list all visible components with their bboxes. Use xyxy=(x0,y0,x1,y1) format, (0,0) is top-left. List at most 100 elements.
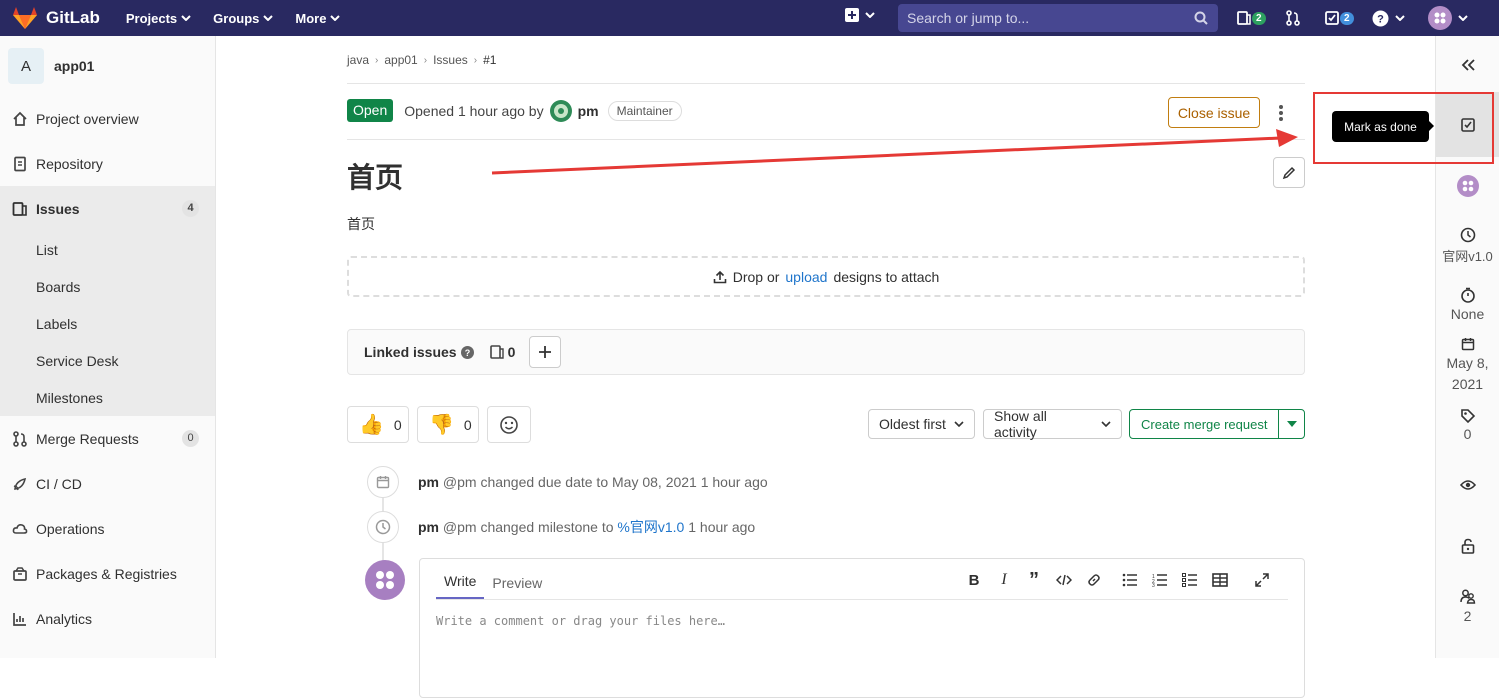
breadcrumb: java › app01 › Issues › #1 xyxy=(347,53,496,67)
link-icon[interactable] xyxy=(1086,572,1102,588)
timeline-user[interactable]: pm xyxy=(418,474,439,490)
issues-count-badge: 4 xyxy=(182,200,199,217)
todo-icon xyxy=(1325,11,1339,25)
table-icon[interactable] xyxy=(1212,573,1228,587)
add-reaction-button[interactable] xyxy=(487,406,531,443)
breadcrumb-issues[interactable]: Issues xyxy=(433,53,468,67)
linked-issues-title: Linked issues xyxy=(364,344,457,360)
italic-icon[interactable]: I xyxy=(996,571,1012,589)
submenu-item-labels[interactable]: Labels xyxy=(0,305,215,342)
chevron-right-icon: › xyxy=(423,54,428,66)
sidebar-item-label: Merge Requests xyxy=(36,430,139,447)
assignee-avatar[interactable] xyxy=(1436,175,1499,197)
design-dropzone[interactable]: Drop or upload designs to attach xyxy=(347,256,1305,297)
chevron-down-icon xyxy=(330,15,341,21)
submenu-item-milestones[interactable]: Milestones xyxy=(0,379,215,416)
comment-textarea[interactable]: Write a comment or drag your files here… xyxy=(436,614,725,628)
timeline-text: pm @pm changed due date to May 08, 2021 … xyxy=(418,474,768,490)
calendar-icon xyxy=(367,466,399,498)
caret-down-icon xyxy=(1286,421,1297,427)
upload-link[interactable]: upload xyxy=(785,269,827,285)
todos-shortcut[interactable]: 2 xyxy=(1325,0,1354,36)
tab-write[interactable]: Write xyxy=(436,573,485,599)
question-circle-icon[interactable]: ? xyxy=(460,345,474,359)
merge-requests-shortcut[interactable] xyxy=(1285,0,1301,36)
gitlab-logo[interactable]: GitLab xyxy=(12,6,100,30)
milestone-collapsed[interactable]: 官网v1.0 xyxy=(1436,227,1499,265)
sidebar-item-merge-requests[interactable]: Merge Requests 0 xyxy=(0,416,215,461)
submenu-item-boards[interactable]: Boards xyxy=(0,268,215,305)
numbered-list-icon[interactable]: 123 xyxy=(1152,573,1168,587)
issues-shortcut[interactable]: 2 xyxy=(1237,0,1266,36)
sidebar-item-project-overview[interactable]: Project overview xyxy=(0,96,215,141)
add-linked-issue-button[interactable] xyxy=(529,336,562,368)
new-dropdown-button[interactable] xyxy=(845,8,875,22)
due-date-value: May 8, xyxy=(1446,355,1489,371)
svg-text:?: ? xyxy=(464,348,470,358)
submenu-item-service-desk[interactable]: Service Desk xyxy=(0,342,215,379)
search-input[interactable]: Search or jump to... xyxy=(898,4,1218,32)
author-avatar[interactable] xyxy=(549,99,572,122)
due-date-collapsed[interactable]: May 8, 2021 xyxy=(1436,337,1499,395)
activity-filter-dropdown[interactable]: Show all activity xyxy=(983,408,1122,440)
quote-icon[interactable]: ” xyxy=(1026,570,1042,590)
current-user-avatar[interactable] xyxy=(365,560,405,600)
thumbs-down-icon: 👎 xyxy=(429,413,454,436)
participants-collapsed[interactable]: 2 xyxy=(1436,588,1499,624)
nav-more[interactable]: More xyxy=(295,11,341,26)
sidebar-item-analytics[interactable]: Analytics xyxy=(0,596,215,641)
label-icon xyxy=(1460,409,1475,424)
labels-collapsed[interactable]: 0 xyxy=(1436,408,1499,442)
linked-issues-count: 0 xyxy=(507,344,516,360)
milestone-link[interactable]: %官网v1.0 xyxy=(617,519,684,535)
collapse-sidebar-button[interactable] xyxy=(1436,58,1499,72)
code-icon[interactable] xyxy=(1056,573,1072,587)
bold-icon[interactable]: B xyxy=(966,572,982,589)
submenu-item-list[interactable]: List xyxy=(0,231,215,268)
project-header[interactable]: A app01 xyxy=(0,36,215,96)
close-issue-button[interactable]: Close issue xyxy=(1168,97,1260,128)
sidebar-item-ci-cd[interactable]: CI / CD xyxy=(0,461,215,506)
kebab-menu-icon[interactable] xyxy=(1279,105,1283,121)
lock-toggle[interactable] xyxy=(1436,538,1499,554)
chevron-down-icon xyxy=(181,15,191,21)
author-name[interactable]: pm xyxy=(578,103,599,119)
timer-icon xyxy=(1460,287,1475,303)
nav-groups[interactable]: Groups xyxy=(213,11,274,26)
sidebar-item-repository[interactable]: Repository xyxy=(0,141,215,186)
user-menu[interactable] xyxy=(1428,0,1468,36)
thumbs-up-count: 0 xyxy=(393,416,402,433)
search-placeholder: Search or jump to... xyxy=(907,10,1030,26)
fullscreen-icon[interactable] xyxy=(1254,572,1270,588)
package-icon xyxy=(13,566,27,581)
time-tracking-collapsed[interactable]: None xyxy=(1436,287,1499,322)
sidebar-item-issues[interactable]: Issues 4 xyxy=(0,186,215,231)
thumbs-up-button[interactable]: 👍 0 xyxy=(347,406,409,443)
opened-text: Opened 1 hour ago by xyxy=(404,102,544,119)
project-avatar: A xyxy=(8,48,44,84)
nav-projects[interactable]: Projects xyxy=(126,11,191,26)
chevron-down-icon xyxy=(1458,15,1468,21)
bullet-list-icon[interactable] xyxy=(1122,573,1138,587)
tab-preview[interactable]: Preview xyxy=(484,575,550,599)
create-mr-label[interactable]: Create merge request xyxy=(1130,410,1280,438)
issues-icon xyxy=(489,345,504,359)
timeline-user[interactable]: pm xyxy=(418,519,439,535)
chart-icon xyxy=(13,612,26,626)
lock-open-icon xyxy=(1461,538,1474,554)
breadcrumb-project[interactable]: app01 xyxy=(384,53,417,67)
sort-dropdown[interactable]: Oldest first xyxy=(868,409,975,439)
breadcrumb-group[interactable]: java xyxy=(347,53,369,67)
breadcrumb-current[interactable]: #1 xyxy=(483,53,496,67)
task-list-icon[interactable] xyxy=(1182,573,1198,587)
mr-options-toggle[interactable] xyxy=(1279,421,1304,427)
help-dropdown[interactable]: ? xyxy=(1372,0,1405,36)
plus-square-icon xyxy=(845,8,859,22)
sidebar-item-operations[interactable]: Operations xyxy=(0,506,215,551)
create-merge-request-button[interactable]: Create merge request xyxy=(1129,409,1305,439)
thumbs-down-button[interactable]: 👎 0 xyxy=(417,406,479,443)
sidebar-item-packages[interactable]: Packages & Registries xyxy=(0,551,215,596)
notifications-toggle[interactable] xyxy=(1436,479,1499,491)
home-icon xyxy=(13,111,27,126)
plus-icon xyxy=(539,346,552,358)
